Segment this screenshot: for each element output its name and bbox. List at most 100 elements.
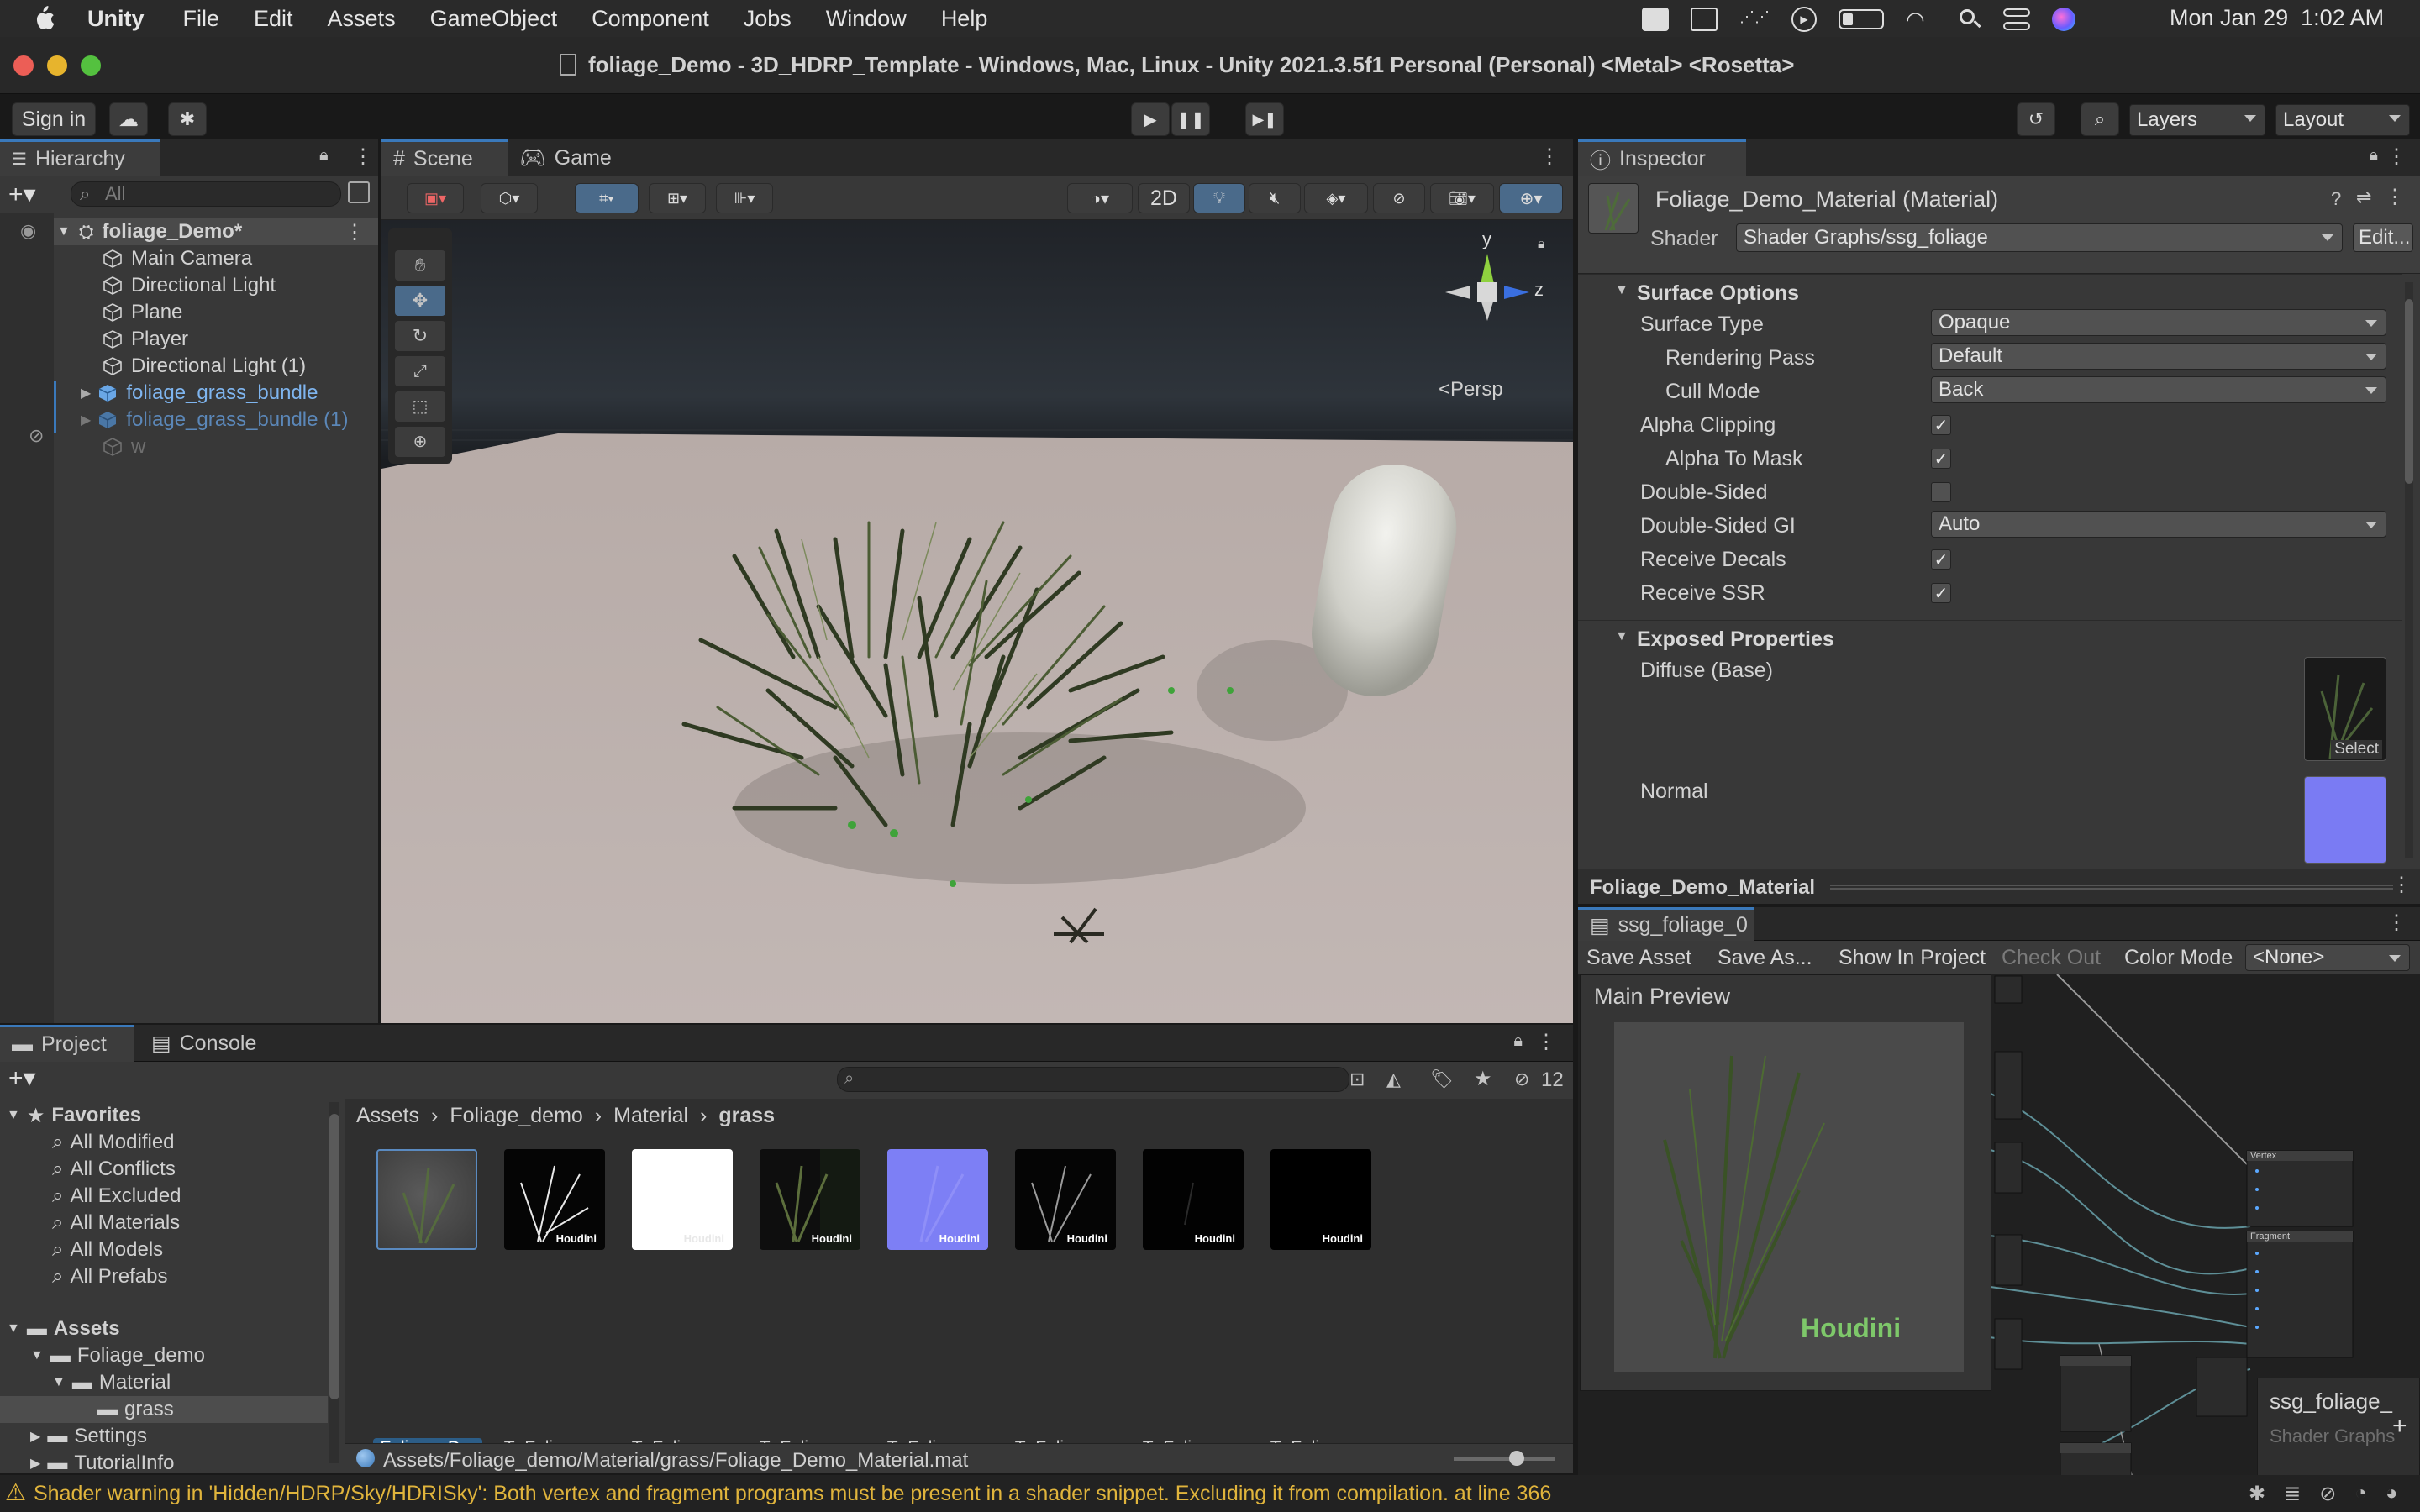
surface-options-header[interactable]: ▼ Surface Options <box>1578 274 2402 307</box>
alpha-clipping-checkbox[interactable]: ✓ <box>1931 415 1951 435</box>
hidden-objects-icon[interactable]: ⊘ <box>1373 183 1425 213</box>
favorites-star-icon[interactable]: ★ <box>1474 1067 1492 1091</box>
menu-help[interactable]: Help <box>941 6 988 32</box>
favorite-item[interactable]: ⌕ All Prefabs <box>52 1263 168 1290</box>
layers-dropdown[interactable]: Layers <box>2129 104 2265 136</box>
step-button[interactable]: ▶❚ <box>1245 102 1284 136</box>
grid-snap-button[interactable]: ⌗▾ <box>575 183 639 213</box>
receive-ssr-checkbox[interactable]: ✓ <box>1931 583 1951 603</box>
create-asset-button[interactable]: +▾ <box>8 1063 36 1093</box>
tab-console[interactable]: ▤ Console <box>139 1025 282 1062</box>
collab-icon[interactable]: ✱ <box>168 102 207 136</box>
kebab-menu-icon[interactable]: ⋮ <box>353 144 373 169</box>
notification-icon[interactable]: ◕ <box>2386 1482 2398 1506</box>
increment-snap-button[interactable]: ⊞▾ <box>649 183 706 213</box>
lock-icon[interactable]: 🔒︎ <box>319 146 329 165</box>
hierarchy-item[interactable]: Directional Light <box>103 272 378 299</box>
shader-graph-canvas[interactable]: Vertex Fragment Main Preview Houdini ssg… <box>1578 974 2420 1490</box>
siri-icon[interactable] <box>2052 8 2075 31</box>
scene-viewport[interactable]: ✋︎ ✥ ↻ ⤢ ⬚ ⊕ y z 🔒︎ <Persp <box>381 220 1573 1023</box>
wifi-icon[interactable]: ◠ <box>1906 8 1936 31</box>
select-texture-label[interactable]: Select <box>2331 740 2382 759</box>
tab-scene[interactable]: # Scene <box>381 139 508 176</box>
favorites-header[interactable]: ▼ ★ Favorites <box>7 1102 141 1129</box>
sign-in-button[interactable]: Sign in <box>12 102 96 136</box>
diffuse-texture-slot[interactable]: Select <box>2304 657 2386 761</box>
rotate-tool-icon[interactable]: ↻ <box>395 321 445 351</box>
kebab-menu-icon[interactable]: ⋮ <box>2385 185 2405 209</box>
menu-assets[interactable]: Assets <box>328 6 396 32</box>
color-mode-dropdown[interactable]: <None> <box>2245 944 2410 971</box>
toggle-2d-button[interactable]: 2D <box>1138 183 1190 213</box>
search-icon[interactable]: ⌕ <box>2081 102 2119 136</box>
orientation-gizmo[interactable]: y z 🔒︎ <box>1420 228 1555 354</box>
show-in-project-button[interactable]: Show In Project <box>1839 946 1986 970</box>
ruler-button[interactable]: ⊪▾ <box>716 183 773 213</box>
tab-game[interactable]: 🎮︎ Game <box>508 139 634 176</box>
visibility-toggle-icon[interactable]: ◉ <box>20 220 36 242</box>
play-circle-icon[interactable]: ▶ <box>1791 7 1817 32</box>
effects-toggle-icon[interactable]: ◈▾ <box>1304 183 1368 213</box>
shading-mode-button[interactable]: ⬡▾ <box>481 183 538 213</box>
expand-arrow-icon[interactable]: ▶ <box>81 412 91 428</box>
assets-header[interactable]: ▼ ▬ Assets <box>7 1315 120 1342</box>
thumbnail-size-slider[interactable] <box>1454 1451 1555 1466</box>
kebab-menu-icon[interactable]: ⋮ <box>2386 144 2407 169</box>
breadcrumb-item[interactable]: Assets <box>356 1104 419 1128</box>
main-preview-window[interactable]: Main Preview Houdini <box>1580 974 1991 1391</box>
project-search-input[interactable]: ⌕ <box>837 1067 1349 1092</box>
spotlight-search-icon[interactable] <box>1958 8 1981 31</box>
audio-toggle-icon[interactable]: 🔇︎ <box>1249 183 1301 213</box>
lock-icon[interactable]: 🔒︎ <box>1513 1032 1523 1051</box>
play-button[interactable]: ▶ <box>1131 102 1170 136</box>
kebab-menu-icon[interactable]: ⋮ <box>2386 911 2407 935</box>
history-icon[interactable]: ↺ <box>2017 102 2055 136</box>
receive-decals-checkbox[interactable]: ✓ <box>1931 549 1951 570</box>
battery-icon[interactable] <box>1839 9 1884 29</box>
surface-type-dropdown[interactable]: Opaque <box>1931 309 2386 336</box>
alpha-to-mask-checkbox[interactable]: ✓ <box>1931 449 1951 469</box>
exposed-properties-header[interactable]: ▼ Exposed Properties <box>1578 620 2402 654</box>
kebab-menu-icon[interactable]: ⋮ <box>2391 873 2412 897</box>
filter-by-label-icon[interactable]: 🏷︎ <box>1430 1068 1454 1090</box>
hierarchy-scene-row[interactable]: ▼ ⛭ foliage_Demo* ⋮ <box>54 218 378 245</box>
folder-item[interactable]: ▶ ▬ TutorialInfo <box>30 1450 174 1477</box>
double-sided-gi-dropdown[interactable]: Auto <box>1931 511 2386 538</box>
scale-tool-icon[interactable]: ⤢ <box>395 356 445 386</box>
gizmo-lock-icon[interactable]: 🔒︎ <box>1538 237 1545 252</box>
favorite-item[interactable]: ⌕ All Excluded <box>52 1183 182 1210</box>
save-as-button[interactable]: Save As... <box>1718 946 1812 970</box>
breadcrumb-item[interactable]: Foliage_demo <box>450 1104 582 1128</box>
kebab-menu-icon[interactable]: ⋮ <box>1536 1030 1556 1054</box>
render-mode-button[interactable]: ◑▾ <box>1067 183 1133 213</box>
expand-arrow-icon[interactable]: ▼ <box>57 224 71 239</box>
breadcrumb-item[interactable]: Material <box>613 1104 688 1128</box>
minimize-window-button[interactable] <box>47 55 67 76</box>
menu-component[interactable]: Component <box>592 6 709 32</box>
main-preview-render[interactable]: Houdini <box>1614 1022 1964 1372</box>
double-sided-checkbox[interactable] <box>1931 482 1951 502</box>
menu-jobs[interactable]: Jobs <box>744 6 792 32</box>
hierarchy-item[interactable]: Plane <box>103 299 378 326</box>
favorite-item[interactable]: ⌕ All Materials <box>52 1210 180 1236</box>
window-switch-icon[interactable] <box>1691 8 1718 31</box>
shader-dropdown[interactable]: Shader Graphs/ssg_foliage <box>1736 223 2343 252</box>
hierarchy-item[interactable]: ▶ foliage_grass_bundle <box>81 380 378 407</box>
status-bar[interactable]: ⚠ Shader warning in 'Hidden/HDRP/Sky/HDR… <box>0 1475 2420 1512</box>
projection-label[interactable]: <Persp <box>1439 378 1503 402</box>
bug-icon[interactable]: ✱ <box>2249 1482 2265 1506</box>
preset-icon[interactable]: ⇌ <box>2356 186 2371 208</box>
hand-tool-icon[interactable]: ✋︎ <box>395 250 445 281</box>
add-property-icon[interactable]: + <box>2392 1412 2407 1441</box>
hierarchy-item[interactable]: ▶ foliage_grass_bundle (1) <box>81 407 378 433</box>
expand-arrow-icon[interactable]: ▶ <box>81 385 91 402</box>
stats-icon[interactable]: ⋰⋰ <box>1739 8 1770 30</box>
help-icon[interactable]: ? <box>2331 188 2341 210</box>
zoom-window-button[interactable] <box>81 55 101 76</box>
folder-item[interactable]: ▼ ▬ Material <box>52 1369 171 1396</box>
hidden-packages-icon[interactable]: ⊘ <box>1514 1068 1529 1090</box>
footer-splitter[interactable] <box>1830 885 2393 890</box>
folder-item-selected[interactable]: ▬ grass <box>0 1396 328 1423</box>
project-tree-scrollbar[interactable] <box>329 1102 339 1463</box>
apple-icon[interactable] <box>30 5 55 32</box>
